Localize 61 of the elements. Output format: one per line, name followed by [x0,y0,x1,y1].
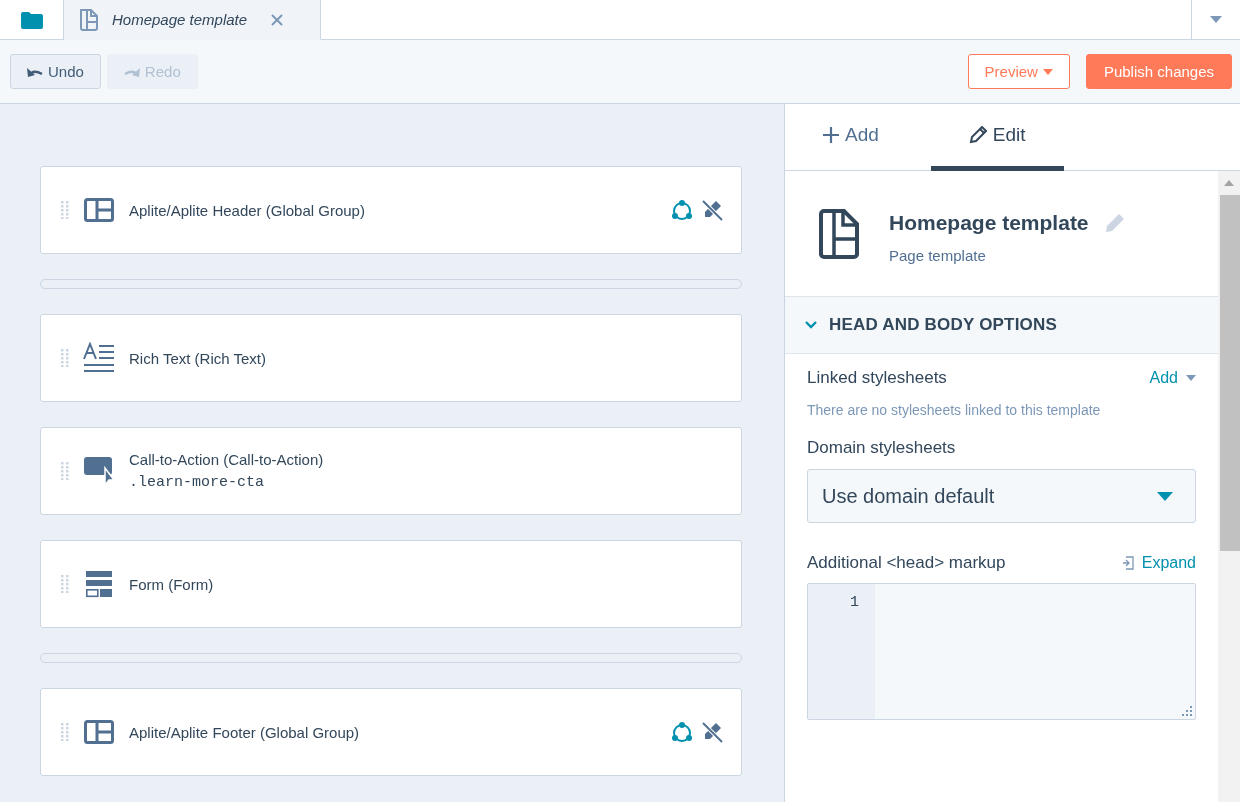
folder-icon [20,10,43,29]
add-link[interactable]: Add [1149,369,1196,387]
empty-message: There are no stylesheets linked to this template [807,402,1102,418]
file-tab[interactable]: Homepage template [64,0,321,40]
drag-handle-icon[interactable] [61,201,69,219]
text-icon [83,342,115,374]
plus-icon [823,127,839,143]
caret-icon [1157,491,1173,501]
module-card[interactable]: Aplite/Aplite Header (Global Group) [40,166,742,254]
field-label: Domain stylesheets [807,438,956,457]
drag-handle-icon[interactable] [61,462,69,480]
module-card[interactable]: Form (Form) [40,540,742,628]
pencil-icon[interactable] [1104,213,1125,233]
close-icon[interactable] [271,13,284,26]
module-card[interactable]: Call-to-Action (Call-to-Action) .learn-more-cta [40,427,742,515]
expand-icon [1121,556,1134,570]
panel-tab[interactable]: Edit [930,104,1064,171]
layout-icon [84,720,114,744]
global-group-icon[interactable] [671,721,693,743]
module-label: Call-to-Action (Call-to-Action) [129,451,325,468]
drag-handle-icon[interactable] [61,723,69,741]
caret-icon[interactable] [1210,16,1222,23]
layout-icon [84,198,114,222]
form-icon [85,570,113,598]
tab-title: Homepage template [112,11,248,28]
global-group-icon[interactable] [671,199,693,221]
caret-icon [1042,68,1053,75]
caret-icon [1186,375,1196,381]
pencil-icon [968,126,987,144]
drag-handle-icon[interactable] [61,575,69,593]
module-label: Rich Text (Rich Text) [129,349,267,367]
drop-zone[interactable] [40,653,742,663]
undo-button[interactable]: Undo [10,54,101,89]
page-layout-icon [80,8,98,31]
section-title: HEAD AND BODY OPTIONS [829,315,1058,335]
folder-tab[interactable] [0,0,64,40]
field-label: Additional <head> markup [807,553,1006,573]
chevron-icon [805,321,817,329]
module-label: Aplite/Aplite Header (Global Group) [129,201,366,219]
page-layout-icon [819,209,859,259]
drag-handle-icon[interactable] [61,349,69,367]
redo-icon [123,66,140,77]
module-label: Form (Form) [129,575,215,593]
panel-tab[interactable]: Add [807,104,895,171]
section-header[interactable]: HEAD AND BODY OPTIONS [785,297,1218,354]
module-card[interactable]: Aplite/Aplite Footer (Global Group) [40,688,742,776]
template-title: Homepage template [889,211,1089,235]
domain-stylesheet-dropdown[interactable]: Use domain default [807,469,1196,523]
code-editor[interactable]: 1 [807,583,1196,720]
scrollbar[interactable] [1218,171,1240,802]
drop-zone[interactable] [40,279,742,289]
module-label: Aplite/Aplite Footer (Global Group) [129,723,361,741]
button-cursor-icon [83,456,115,486]
module-class-name: .learn-more-cta [129,474,266,491]
resize-handle-icon[interactable] [1181,705,1193,717]
template-type: Page template [889,247,987,264]
line-number: 1 [850,594,859,611]
expand-link[interactable]: Expand [1121,554,1196,572]
undo-icon [27,66,43,77]
field-label: Linked stylesheets [807,368,947,388]
module-card[interactable]: Rich Text (Rich Text) [40,314,742,402]
